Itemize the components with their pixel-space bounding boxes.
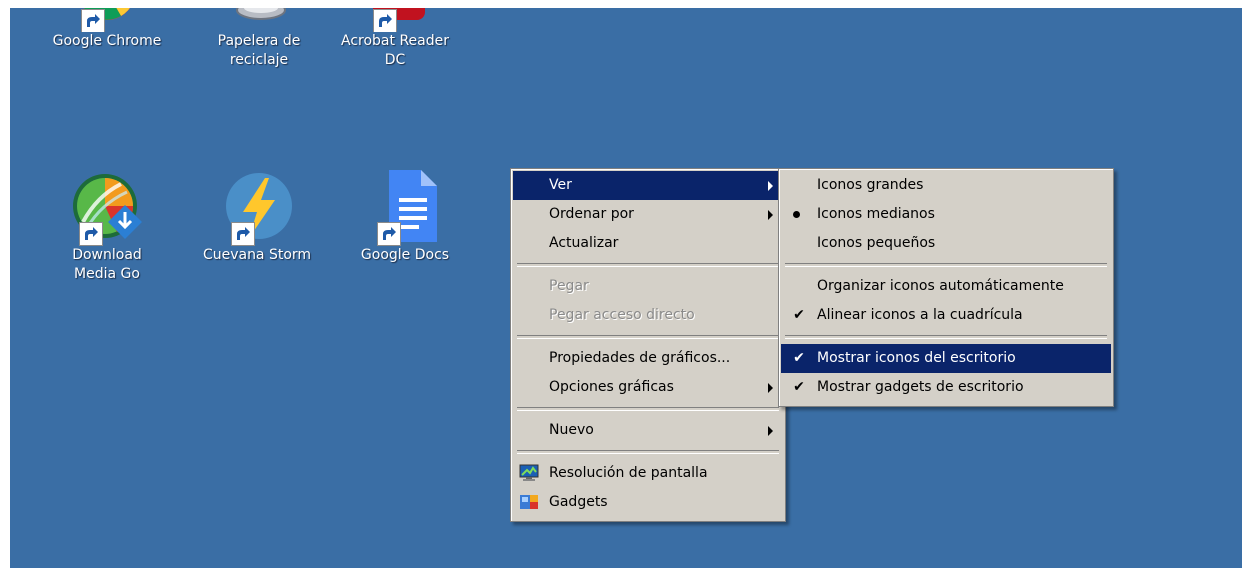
menu-item-pegar-acceso-directo: Pegar acceso directo [513, 301, 783, 330]
shortcut-arrow-icon [231, 222, 255, 246]
icon-label: Cuevana Storm [202, 247, 312, 263]
icon-label: Papelera de reciclaje [217, 33, 301, 68]
menu-separator [517, 407, 779, 411]
menu-separator [785, 335, 1107, 339]
menu-item-propiedades-graficos[interactable]: Propiedades de gráficos... [513, 344, 783, 373]
acrobat-icon [355, 8, 435, 32]
menu-item-label: Iconos pequeños [817, 235, 936, 251]
icon-label: Acrobat Reader DC [341, 33, 449, 68]
menu-item-nuevo[interactable]: Nuevo [513, 416, 783, 445]
menu-item-ordenar-por[interactable]: Ordenar por [513, 200, 783, 229]
desktop-icon-google-chrome[interactable]: Google Chrome [52, 8, 162, 51]
desktop-context-menu: Ver Ordenar por Actualizar Pegar Pegar a… [510, 168, 786, 522]
submenu-item-organizar-iconos[interactable]: Organizar iconos automáticamente [781, 272, 1111, 301]
desktop-icon-acrobat-reader[interactable]: Acrobat Reader DC [340, 8, 450, 70]
submenu-item-mostrar-gadgets[interactable]: ✔ Mostrar gadgets de escritorio [781, 373, 1111, 402]
desktop-icon-google-docs[interactable]: Google Docs [350, 166, 460, 265]
submenu-item-iconos-medianos[interactable]: Iconos medianos [781, 200, 1111, 229]
ver-submenu: Iconos grandes Iconos medianos Iconos pe… [778, 168, 1114, 407]
chrome-icon [67, 8, 147, 32]
shortcut-arrow-icon [373, 9, 397, 32]
check-icon: ✔ [793, 307, 805, 323]
lightning-icon [217, 166, 297, 246]
shortcut-arrow-icon [81, 9, 105, 32]
submenu-arrow-icon [768, 426, 773, 436]
submenu-item-alinear-iconos[interactable]: ✔ Alinear iconos a la cuadrícula [781, 301, 1111, 330]
menu-item-label: Alinear iconos a la cuadrícula [817, 307, 1023, 323]
shortcut-arrow-icon [79, 222, 103, 246]
menu-item-label: Ver [549, 177, 572, 193]
submenu-item-iconos-pequenos[interactable]: Iconos pequeños [781, 229, 1111, 258]
menu-item-label: Mostrar iconos del escritorio [817, 350, 1016, 366]
menu-item-label: Pegar acceso directo [549, 307, 695, 323]
desktop-icon-download-media-go[interactable]: Download Media Go [52, 166, 162, 284]
menu-item-label: Gadgets [549, 494, 608, 510]
menu-item-label: Iconos grandes [817, 177, 924, 193]
desktop-icon-cuevana-storm[interactable]: Cuevana Storm [202, 166, 312, 265]
menu-separator [517, 335, 779, 339]
menu-item-label: Resolución de pantalla [549, 465, 708, 481]
menu-item-gadgets[interactable]: Gadgets [513, 488, 783, 517]
menu-item-label: Organizar iconos automáticamente [817, 278, 1064, 294]
recycle-bin-icon [219, 8, 299, 32]
shortcut-arrow-icon [377, 222, 401, 246]
desktop-icon-recycle-bin[interactable]: Papelera de reciclaje [204, 8, 314, 70]
menu-item-label: Ordenar por [549, 206, 634, 222]
icon-label: Google Docs [360, 247, 450, 263]
menu-item-label: Propiedades de gráficos... [549, 350, 731, 366]
menu-item-label: Mostrar gadgets de escritorio [817, 379, 1024, 395]
menu-item-pegar: Pegar [513, 272, 783, 301]
menu-item-label: Pegar [549, 278, 589, 294]
gadgets-icon [520, 495, 538, 509]
icon-label: Google Chrome [52, 33, 162, 49]
menu-item-resolucion-pantalla[interactable]: Resolución de pantalla [513, 459, 783, 488]
display-icon [519, 464, 539, 481]
menu-item-label: Actualizar [549, 235, 619, 251]
menu-item-opciones-graficas[interactable]: Opciones gráficas [513, 373, 783, 402]
check-icon: ✔ [793, 379, 805, 395]
menu-item-label: Iconos medianos [817, 206, 935, 222]
menu-item-ver[interactable]: Ver [513, 171, 783, 200]
submenu-arrow-icon [768, 383, 773, 393]
submenu-item-mostrar-iconos-escritorio[interactable]: ✔ Mostrar iconos del escritorio [781, 344, 1111, 373]
menu-separator [517, 450, 779, 454]
media-go-icon [67, 166, 147, 246]
submenu-arrow-icon [768, 181, 773, 191]
radio-bullet-icon [793, 211, 800, 218]
menu-item-actualizar[interactable]: Actualizar [513, 229, 783, 258]
icon-label: Download Media Go [72, 247, 142, 282]
menu-item-label: Nuevo [549, 422, 594, 438]
menu-separator [785, 263, 1107, 267]
document-icon [365, 166, 445, 246]
submenu-arrow-icon [768, 210, 773, 220]
submenu-item-iconos-grandes[interactable]: Iconos grandes [781, 171, 1111, 200]
check-icon: ✔ [793, 350, 805, 366]
menu-item-label: Opciones gráficas [549, 379, 674, 395]
menu-separator [517, 263, 779, 267]
